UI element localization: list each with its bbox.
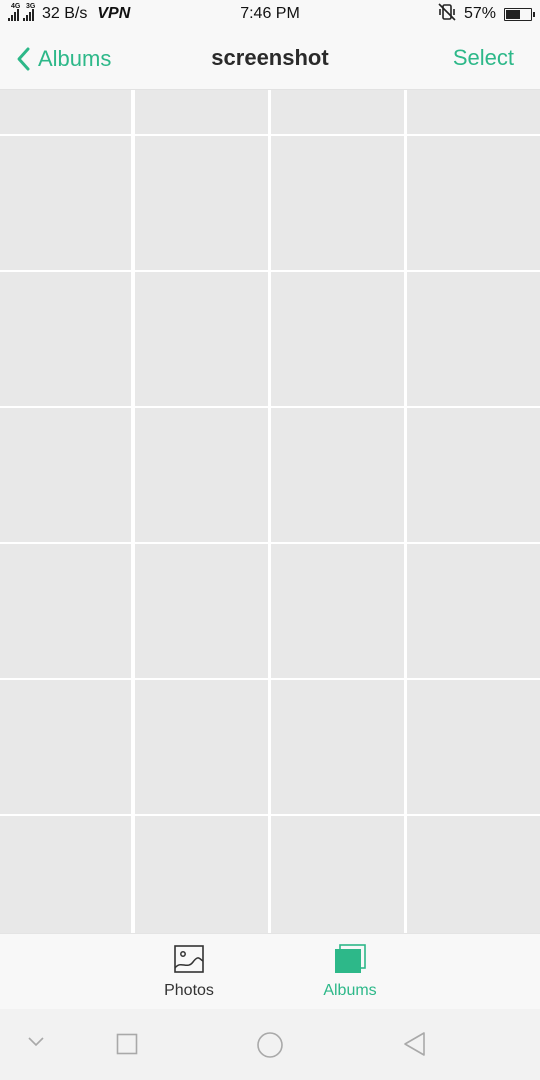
photo-thumbnail[interactable] — [135, 408, 268, 542]
photo-thumbnail[interactable] — [407, 408, 540, 542]
photo-thumbnail[interactable] — [407, 816, 540, 933]
photo-grid[interactable] — [0, 90, 540, 933]
tab-albums[interactable]: Albums — [300, 944, 400, 1000]
tab-albums-label: Albums — [323, 982, 377, 999]
home-button[interactable] — [256, 1031, 284, 1064]
photo-thumbnail[interactable] — [407, 272, 540, 406]
back-to-albums-button[interactable]: Albums — [14, 42, 111, 76]
vibrate-icon — [438, 2, 456, 26]
tab-photos-label: Photos — [164, 982, 214, 999]
photo-thumbnail[interactable] — [407, 680, 540, 814]
recents-button[interactable] — [116, 1033, 138, 1060]
photo-thumbnail[interactable] — [0, 136, 131, 270]
select-button[interactable]: Select — [453, 45, 514, 71]
battery-icon — [504, 7, 535, 21]
hide-nav-button[interactable] — [26, 1035, 46, 1054]
back-button[interactable] — [402, 1031, 428, 1062]
photo-thumbnail[interactable] — [0, 544, 131, 678]
albums-icon — [335, 944, 366, 973]
photo-thumbnail[interactable] — [271, 136, 404, 270]
photo-thumbnail[interactable] — [271, 272, 404, 406]
photo-thumbnail[interactable] — [407, 136, 540, 270]
recents-icon — [116, 1033, 138, 1055]
battery-fill — [506, 9, 521, 19]
photo-thumbnail[interactable] — [0, 272, 131, 406]
photo-thumbnail[interactable] — [271, 90, 404, 134]
photo-thumbnail[interactable] — [271, 680, 404, 814]
header: Albums screenshot Select — [0, 28, 540, 90]
photo-thumbnail[interactable] — [135, 680, 268, 814]
photo-thumbnail[interactable] — [271, 408, 404, 542]
photo-thumbnail[interactable] — [135, 544, 268, 678]
photo-thumbnail[interactable] — [271, 816, 404, 933]
back-icon — [404, 1032, 425, 1056]
status-bar: 4G 3G 32 B/s VPN 7:46 PM 57% — [0, 0, 540, 28]
photo-thumbnail[interactable] — [0, 408, 131, 542]
photo-thumbnail[interactable] — [135, 90, 268, 134]
chevron-left-icon — [17, 47, 30, 71]
status-right: 57% — [438, 2, 535, 26]
photo-thumbnail[interactable] — [407, 90, 540, 134]
photo-thumbnail[interactable] — [135, 272, 268, 406]
photo-thumbnail[interactable] — [271, 544, 404, 678]
photo-thumbnail[interactable] — [0, 680, 131, 814]
photo-thumbnail[interactable] — [0, 90, 131, 134]
home-icon — [257, 1032, 283, 1058]
photo-thumbnail[interactable] — [135, 136, 268, 270]
photo-thumbnail[interactable] — [0, 816, 131, 933]
hide-nav-icon — [28, 1037, 44, 1047]
battery-percent: 57% — [463, 5, 496, 22]
photo-thumbnail[interactable] — [135, 816, 268, 933]
photo-icon — [174, 945, 204, 973]
photo-thumbnail[interactable] — [407, 544, 540, 678]
system-nav-bar — [0, 1009, 540, 1080]
tab-photos[interactable]: Photos — [139, 944, 239, 1000]
back-label: Albums — [38, 46, 112, 71]
bottom-tab-bar: Photos Albums — [0, 933, 540, 1009]
